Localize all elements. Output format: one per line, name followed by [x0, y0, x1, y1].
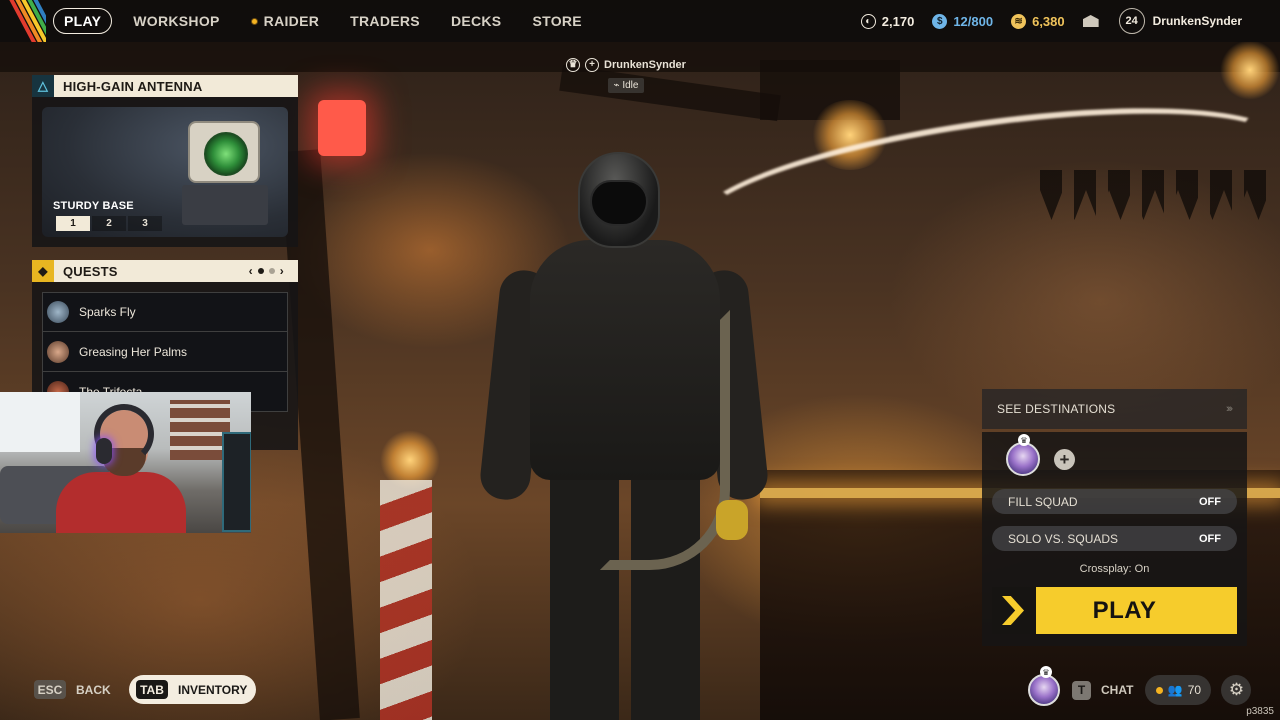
quest-item[interactable]: Greasing Her Palms [42, 332, 288, 372]
webcam-overlay [0, 392, 251, 533]
username[interactable]: DrunkenSynder [1153, 14, 1242, 28]
nav-raider[interactable]: RAIDER [250, 13, 319, 29]
squad-leader-avatar[interactable]: ♛ [1006, 434, 1040, 476]
player-name: DrunkenSynder [604, 59, 686, 71]
warning-triangle-icon: △ [32, 75, 54, 97]
squad-row: ♛ + [1006, 434, 1075, 476]
back-button[interactable]: ESC BACK [34, 680, 111, 699]
antenna-panel-header: △ HIGH-GAIN ANTENNA [32, 75, 298, 97]
double-chevron-right-icon: ››› [1226, 403, 1233, 415]
tab-key-hint: TAB [136, 680, 168, 699]
variant-1-button[interactable]: 1 [56, 216, 90, 231]
chevron-right-icon[interactable]: › [280, 264, 284, 278]
variant-2-button[interactable]: 2 [92, 216, 126, 231]
credits-counter[interactable]: ≋ 6,380 [1011, 13, 1065, 29]
crown-icon: ♛ [1018, 434, 1030, 446]
coins-counter[interactable]: ◐ 2,170 [860, 13, 914, 29]
player-status: ⌁ Idle [607, 78, 645, 93]
rainbow-stripes-logo [0, 0, 46, 42]
main-nav: PLAY WORKSHOP RAIDER TRADERS DECKS STORE [53, 8, 613, 34]
build-id: p3835 [1246, 706, 1274, 717]
see-destinations-button[interactable]: SEE DESTINATIONS ››› [982, 389, 1247, 429]
quests-title: QUESTS [63, 263, 118, 279]
friends-button[interactable]: 👥 70 [1145, 675, 1212, 705]
esc-key-hint: ESC [34, 680, 66, 699]
gear-icon[interactable]: ⚙ [1221, 675, 1252, 705]
play-button[interactable]: PLAY [992, 587, 1237, 634]
credits-icon: ≋ [1011, 13, 1027, 29]
raider-dot-icon [250, 17, 258, 25]
currency-bar: ◐ 2,170 $ 12/800 ≋ 6,380 24 DrunkenSynde… [860, 0, 1280, 42]
capacity-icon: $ [932, 13, 948, 29]
nav-workshop[interactable]: WORKSHOP [133, 13, 219, 29]
player-nameplate: ♛ + DrunkenSynder ⌁ Idle [560, 58, 692, 93]
nav-decks[interactable]: DECKS [451, 13, 502, 29]
variant-3-button[interactable]: 3 [128, 216, 162, 231]
friends-icon: 👥 [1167, 683, 1183, 697]
page-dot-active [257, 268, 264, 274]
quest-diamond-icon: ◆ [32, 260, 54, 282]
profile-avatar[interactable]: ♛ [1028, 666, 1060, 706]
chat-button[interactable]: CHAT [1101, 683, 1133, 697]
fill-squad-toggle[interactable]: FILL SQUAD OFF [992, 489, 1237, 514]
nav-traders[interactable]: TRADERS [350, 13, 420, 29]
quest-giver-avatar-icon [47, 301, 69, 323]
variant-name: STURDY BASE [53, 200, 134, 212]
page-dot [268, 268, 275, 274]
quest-item[interactable]: Sparks Fly [42, 292, 288, 332]
quest-giver-avatar-icon [47, 340, 69, 363]
crown-icon: ♛ [566, 58, 581, 72]
chat-key-hint: T [1072, 680, 1091, 700]
online-dot-icon [1155, 686, 1163, 694]
nav-play[interactable]: PLAY [53, 8, 113, 34]
play-chevron-icon [992, 587, 1036, 634]
antenna-preview-image[interactable]: STURDY BASE 1 2 3 [42, 107, 288, 237]
chevron-left-icon[interactable]: ‹ [249, 264, 253, 278]
inventory-button[interactable]: TAB INVENTORY [129, 675, 256, 704]
bottom-right-controls: ♛ T CHAT 👥 70 ⚙ [1028, 666, 1252, 712]
nav-store[interactable]: STORE [532, 13, 581, 29]
crown-icon: ♛ [1040, 666, 1052, 678]
crossplay-status: Crossplay: On [1079, 563, 1150, 575]
coin-icon: ◐ [860, 13, 876, 29]
player-level-badge[interactable]: 24 [1118, 8, 1145, 34]
play-panel: ♛ + FILL SQUAD OFF SOLO VS. SQUADS OFF C… [982, 432, 1247, 646]
capacity-counter[interactable]: $ 12/800 [932, 13, 993, 29]
top-bar: PLAY WORKSHOP RAIDER TRADERS DECKS STORE… [0, 0, 1280, 42]
add-squad-member-button[interactable]: + [1054, 448, 1075, 470]
solo-vs-squads-toggle[interactable]: SOLO VS. SQUADS OFF [992, 526, 1237, 551]
radar-monitor-illustration [188, 121, 260, 183]
plus-icon[interactable]: + [585, 58, 600, 72]
mail-icon[interactable] [1082, 15, 1099, 27]
variant-selector: 1 2 3 [56, 216, 162, 231]
quests-panel-header: ◆ QUESTS ‹ › [32, 260, 298, 282]
antenna-title: HIGH-GAIN ANTENNA [63, 78, 203, 94]
quests-pager: ‹ › [249, 264, 284, 278]
antenna-panel: △ HIGH-GAIN ANTENNA STURDY BASE 1 2 3 [32, 75, 298, 247]
raider-character [478, 150, 770, 720]
